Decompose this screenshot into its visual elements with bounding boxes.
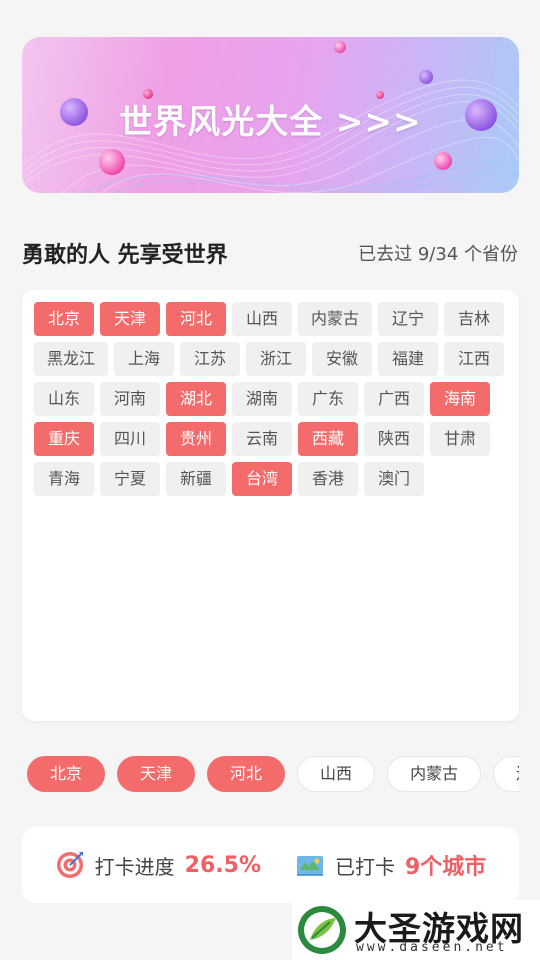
province-pill[interactable]: 河北: [207, 756, 286, 792]
province-chip[interactable]: 安徽: [312, 342, 373, 376]
province-chip[interactable]: 四川: [100, 422, 160, 456]
province-chip[interactable]: 海南: [430, 382, 490, 416]
checkin-value: 9个城市: [405, 855, 487, 880]
province-chip[interactable]: 台湾: [232, 462, 292, 496]
province-pill[interactable]: 北京: [27, 756, 106, 792]
watermark: 大圣游戏网 www.daseen.net: [292, 900, 540, 960]
section-title: 勇敢的人 先享受世界: [22, 243, 228, 268]
checkin-label: 已打卡: [335, 854, 395, 879]
province-pill[interactable]: 内蒙古: [387, 756, 482, 792]
province-chip[interactable]: 广西: [364, 382, 424, 416]
province-chip[interactable]: 陕西: [364, 422, 424, 456]
province-chip[interactable]: 宁夏: [100, 462, 160, 496]
banner[interactable]: 世界风光大全 >>>: [22, 37, 519, 193]
progress-stat: 打卡进度 26.5%: [55, 850, 261, 880]
province-chip[interactable]: 江苏: [180, 342, 241, 376]
province-chip[interactable]: 湖北: [166, 382, 226, 416]
province-chip[interactable]: 辽宁: [378, 302, 439, 336]
province-chip[interactable]: 福建: [378, 342, 439, 376]
province-chip[interactable]: 江西: [444, 342, 505, 376]
map-icon: [297, 856, 323, 876]
province-chip[interactable]: 香港: [298, 462, 358, 496]
visited-count: 已去过 9/34 个省份: [358, 244, 518, 265]
province-grid: 北京 天津 河北 山西 内蒙古 辽宁 吉林黑龙江 上海 江苏 浙江 安徽 福建 江西山东 河南 湖北 湖南 广东…: [34, 302, 511, 502]
province-chip[interactable]: 天津: [100, 302, 160, 336]
province-chip[interactable]: 吉林: [444, 302, 505, 336]
stats-bar: 打卡进度 26.5% 已打卡 9个城市: [22, 827, 519, 903]
section-header: 勇敢的人 先享受世界 已去过 9/34 个省份: [22, 236, 518, 270]
watermark-logo-icon: [298, 906, 346, 954]
province-pill[interactable]: 山西: [297, 756, 376, 792]
province-chip[interactable]: 上海: [114, 342, 175, 376]
province-card: 北京 天津 河北 山西 内蒙古 辽宁 吉林黑龙江 上海 江苏 浙江 安徽 福建 江西山东 河南 湖北 湖南 广东…: [22, 290, 519, 721]
province-chip[interactable]: 青海: [34, 462, 94, 496]
province-chip[interactable]: 河南: [100, 382, 160, 416]
province-pill[interactable]: 天津: [117, 756, 196, 792]
province-chip[interactable]: 山东: [34, 382, 94, 416]
province-chip[interactable]: 西藏: [298, 422, 358, 456]
watermark-url: www.daseen.net: [356, 940, 508, 955]
checkin-stat: 已打卡 9个城市: [295, 849, 486, 881]
province-chip[interactable]: 北京: [34, 302, 94, 336]
province-chip[interactable]: 广东: [298, 382, 358, 416]
province-chip[interactable]: 重庆: [34, 422, 94, 456]
province-pill[interactable]: 辽宁: [493, 756, 519, 792]
province-chip[interactable]: 贵州: [166, 422, 226, 456]
province-chip[interactable]: 云南: [232, 422, 292, 456]
province-chip[interactable]: 河北: [166, 302, 226, 336]
province-chip[interactable]: 澳门: [364, 462, 424, 496]
province-chip[interactable]: 黑龙江: [34, 342, 109, 376]
banner-title: 世界风光大全 >>>: [119, 102, 422, 141]
progress-label: 打卡进度: [94, 854, 175, 879]
province-chip[interactable]: 湖南: [232, 382, 292, 416]
selected-provinces-scroller[interactable]: 北京天津河北山西内蒙古辽宁: [27, 756, 519, 792]
target-icon: [56, 852, 83, 878]
province-chip[interactable]: 内蒙古: [298, 302, 373, 336]
province-chip[interactable]: 浙江: [246, 342, 307, 376]
progress-value: 26.5%: [184, 852, 261, 878]
province-chip[interactable]: 甘肃: [430, 422, 490, 456]
province-chip[interactable]: 山西: [232, 302, 292, 336]
province-chip[interactable]: 新疆: [166, 462, 226, 496]
